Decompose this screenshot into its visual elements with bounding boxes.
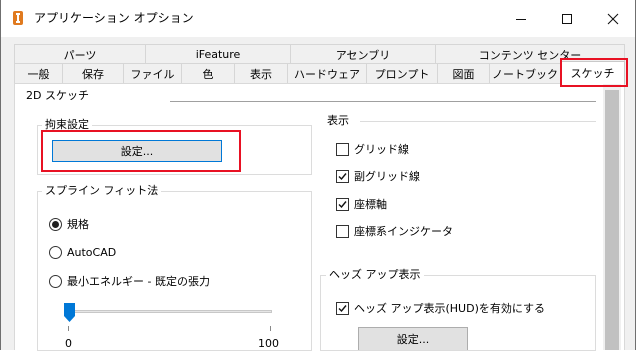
constraint-settings-legend: 拘束設定 <box>42 118 92 132</box>
grid-lines-checkbox[interactable]: グリッド線 <box>336 141 409 157</box>
check-icon <box>338 304 347 312</box>
tab-sketch[interactable]: スケッチ <box>560 61 625 84</box>
check-icon <box>338 172 347 180</box>
coordinate-indicator-checkbox[interactable]: 座標系インジケータ <box>336 223 453 239</box>
tab-save[interactable]: 保存 <box>62 63 124 83</box>
checkbox-unchecked[interactable] <box>336 142 349 156</box>
section-divider <box>170 101 596 102</box>
spline-option-standard[interactable]: 規格 <box>49 216 89 232</box>
checkbox-unchecked[interactable] <box>336 224 349 238</box>
tab-parts[interactable]: パーツ <box>14 44 146 64</box>
axes-checkbox[interactable]: 座標軸 <box>336 196 387 212</box>
spline-option-autocad[interactable]: AutoCAD <box>49 244 116 260</box>
tab-ifeature[interactable]: iFeature <box>145 44 291 64</box>
minimize-button[interactable] <box>498 0 544 37</box>
tab-prompt[interactable]: プロンプト <box>366 63 438 83</box>
slider-tick-max <box>270 326 271 331</box>
tab-notebook[interactable]: ノートブック <box>489 63 561 83</box>
tab-hardware[interactable]: ハードウェア <box>287 63 367 83</box>
tab-color[interactable]: 色 <box>181 63 235 83</box>
title-bar[interactable]: アプリケーション オプション <box>0 0 636 37</box>
display-divider <box>360 121 596 122</box>
display-heading: 表示 <box>327 114 349 127</box>
app-icon <box>10 10 26 26</box>
window-title: アプリケーション オプション <box>34 11 194 25</box>
slider-max-label: 100 <box>258 337 279 350</box>
tab-drawing[interactable]: 図面 <box>437 63 490 83</box>
hud-enable-checkbox[interactable]: ヘッズ アップ表示(HUD)を有効にする <box>336 300 545 316</box>
checkbox-checked[interactable] <box>336 169 349 183</box>
radio-unselected[interactable] <box>49 245 62 259</box>
hud-settings-button[interactable]: 設定... <box>358 327 468 350</box>
tab-general[interactable]: 一般 <box>14 63 63 83</box>
constraint-settings-button[interactable]: 設定... <box>52 140 222 162</box>
radio-unselected[interactable] <box>49 274 62 288</box>
spline-fit-legend: スプライン フィット法 <box>42 184 162 198</box>
check-icon <box>338 200 347 208</box>
section-2d-sketch-title: 2D スケッチ <box>26 89 89 102</box>
maximize-button[interactable] <box>544 0 590 37</box>
tab-assembly[interactable]: アセンブリ <box>290 44 436 64</box>
maximize-icon <box>562 13 572 24</box>
close-icon <box>607 13 619 24</box>
close-button[interactable] <box>590 0 636 37</box>
slider-tick-min <box>68 326 69 331</box>
checkbox-checked[interactable] <box>336 197 349 211</box>
spline-option-min-energy[interactable]: 最小エネルギー - 既定の張力 <box>49 273 210 289</box>
checkbox-checked[interactable] <box>336 301 349 315</box>
slider-min-label: 0 <box>65 337 72 350</box>
minimize-icon <box>516 18 526 20</box>
scrollbar-thumb[interactable] <box>605 90 619 350</box>
tab-display[interactable]: 表示 <box>234 63 288 83</box>
hud-legend: ヘッズ アップ表示 <box>326 268 424 282</box>
tension-slider-thumb[interactable] <box>64 303 75 322</box>
minor-grid-lines-checkbox[interactable]: 副グリッド線 <box>336 168 420 184</box>
tension-slider-track[interactable] <box>66 310 272 313</box>
tab-file[interactable]: ファイル <box>123 63 182 83</box>
radio-selected[interactable] <box>49 217 62 231</box>
